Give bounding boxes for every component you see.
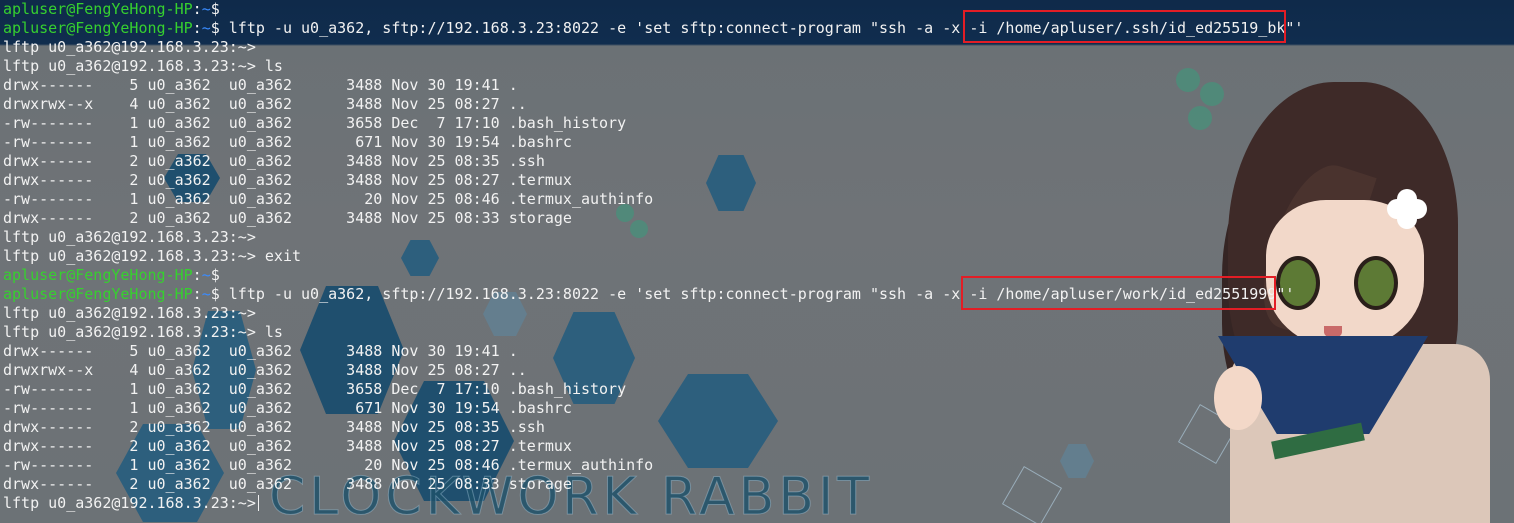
shell-prompt-line: apluser@FengYeHong-HP:~$ bbox=[3, 0, 1514, 19]
terminal-line: -rw------- 1 u0_a362 u0_a362 20 Nov 25 0… bbox=[3, 190, 654, 208]
shell-prompt-line: apluser@FengYeHong-HP:~$ bbox=[3, 266, 1514, 285]
prompt-colon: : bbox=[192, 0, 202, 18]
key-path-highlight-box bbox=[961, 276, 1276, 310]
prompt-colon: : bbox=[192, 285, 202, 303]
prompt-path: ~ bbox=[201, 19, 211, 37]
terminal-line: -rw------- 1 u0_a362 u0_a362 671 Nov 30 … bbox=[3, 133, 572, 151]
terminal-line: lftp u0_a362@192.168.3.23:~> bbox=[3, 38, 256, 56]
terminal-line: lftp u0_a362@192.168.3.23:~> exit bbox=[3, 247, 302, 265]
terminal-line: -rw------- 1 u0_a362 u0_a362 20 Nov 25 0… bbox=[3, 456, 654, 474]
key-path-highlight-box bbox=[963, 10, 1286, 43]
prompt-user: apluser@FengYeHong-HP bbox=[3, 266, 193, 284]
terminal-line: lftp u0_a362@192.168.3.23:~> ls bbox=[3, 57, 283, 75]
prompt-user: apluser@FengYeHong-HP bbox=[3, 0, 193, 18]
terminal-line: drwxrwx--x 4 u0_a362 u0_a362 3488 Nov 25… bbox=[3, 361, 527, 379]
command-text: lftp -u u0_a362, sftp://192.168.3.23:802… bbox=[219, 19, 970, 37]
terminal-output[interactable]: apluser@FengYeHong-HP:~$ apluser@FengYeH… bbox=[3, 0, 1514, 523]
terminal-line: drwx------ 2 u0_a362 u0_a362 3488 Nov 25… bbox=[3, 418, 545, 436]
terminal-line: lftp u0_a362@192.168.3.23:~> ls bbox=[3, 323, 283, 341]
shell-command-line: apluser@FengYeHong-HP:~$ lftp -u u0_a362… bbox=[3, 19, 1514, 38]
terminal-line: drwx------ 2 u0_a362 u0_a362 3488 Nov 25… bbox=[3, 209, 572, 227]
prompt-colon: : bbox=[192, 19, 202, 37]
current-prompt-line[interactable]: lftp u0_a362@192.168.3.23:~> bbox=[3, 494, 1514, 513]
prompt-path: ~ bbox=[201, 0, 211, 18]
command-text: lftp -u u0_a362, sftp://192.168.3.23:802… bbox=[219, 285, 970, 303]
prompt-path: ~ bbox=[201, 266, 211, 284]
terminal-line: drwx------ 2 u0_a362 u0_a362 3488 Nov 25… bbox=[3, 171, 572, 189]
prompt-user: apluser@FengYeHong-HP bbox=[3, 19, 193, 37]
prompt-user: apluser@FengYeHong-HP bbox=[3, 285, 193, 303]
terminal-line: drwxrwx--x 4 u0_a362 u0_a362 3488 Nov 25… bbox=[3, 95, 527, 113]
command-suffix: "' bbox=[1285, 19, 1304, 37]
terminal-line: -rw------- 1 u0_a362 u0_a362 671 Nov 30 … bbox=[3, 399, 572, 417]
prompt-path: ~ bbox=[201, 285, 211, 303]
terminal-line: drwx------ 2 u0_a362 u0_a362 3488 Nov 25… bbox=[3, 152, 545, 170]
terminal-line: lftp u0_a362@192.168.3.23:~> bbox=[3, 304, 256, 322]
terminal-line: -rw------- 1 u0_a362 u0_a362 3658 Dec 7 … bbox=[3, 114, 627, 132]
prompt-colon: : bbox=[192, 266, 202, 284]
terminal-line: lftp u0_a362@192.168.3.23:~> bbox=[3, 228, 256, 246]
command-suffix: "' bbox=[1276, 285, 1295, 303]
terminal-line: drwx------ 2 u0_a362 u0_a362 3488 Nov 25… bbox=[3, 437, 572, 455]
prompt-dollar: $ bbox=[210, 266, 220, 284]
shell-command-line: apluser@FengYeHong-HP:~$ lftp -u u0_a362… bbox=[3, 285, 1514, 304]
current-prompt: lftp u0_a362@192.168.3.23:~> bbox=[3, 494, 256, 512]
terminal-line: drwx------ 5 u0_a362 u0_a362 3488 Nov 30… bbox=[3, 76, 518, 94]
terminal-line: drwx------ 2 u0_a362 u0_a362 3488 Nov 25… bbox=[3, 475, 572, 493]
prompt-dollar: $ bbox=[210, 0, 220, 18]
text-cursor[interactable] bbox=[257, 495, 259, 511]
terminal-line: -rw------- 1 u0_a362 u0_a362 3658 Dec 7 … bbox=[3, 380, 627, 398]
prompt-dollar: $ bbox=[210, 285, 220, 303]
prompt-dollar: $ bbox=[210, 19, 220, 37]
terminal-line: drwx------ 5 u0_a362 u0_a362 3488 Nov 30… bbox=[3, 342, 518, 360]
